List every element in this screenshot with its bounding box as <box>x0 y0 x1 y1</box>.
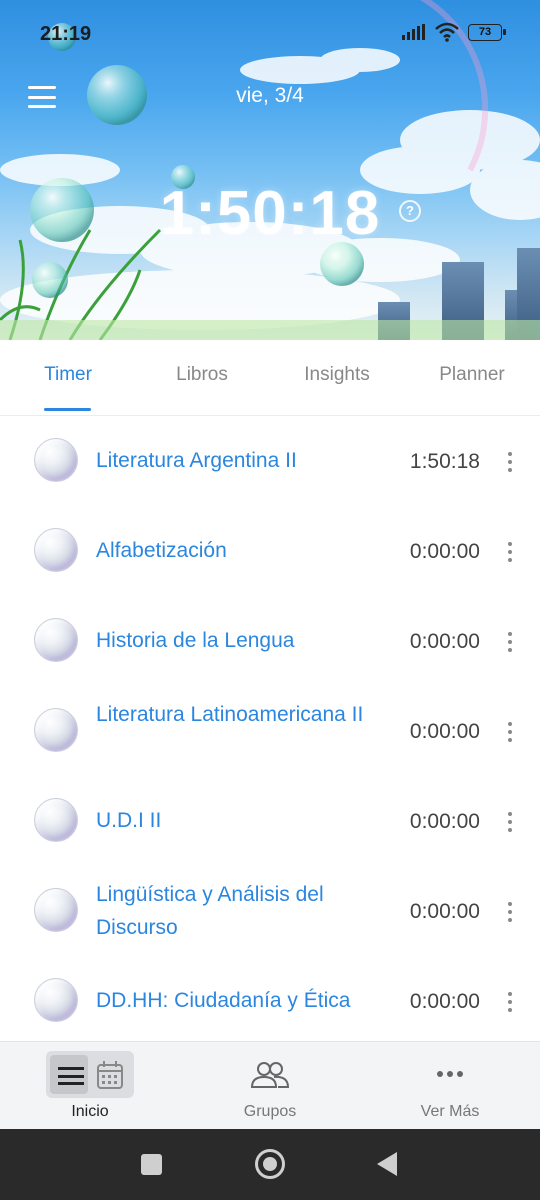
recent-apps-icon[interactable] <box>141 1154 162 1175</box>
subject-name: Literatura Latinoamericana II <box>96 703 364 726</box>
nav-label: Ver Más <box>420 1103 480 1120</box>
tab-bar: Timer Libros Insights Planner <box>0 340 540 416</box>
subject-name: U.D.I II <box>96 809 162 832</box>
subject-name: Literatura Argentina II <box>96 449 297 472</box>
more-options-icon[interactable] <box>507 632 513 652</box>
subject-time: 0:00:00 <box>409 990 480 1013</box>
bottom-navigation: Inicio Grupos Ver Más <box>0 1041 540 1129</box>
tab-timer[interactable]: Timer <box>8 364 128 386</box>
more-options-icon[interactable] <box>507 452 513 472</box>
status-time: 21:19 <box>40 23 92 45</box>
subject-bubble-icon <box>34 978 78 1022</box>
more-options-icon[interactable] <box>507 812 513 832</box>
subject-row[interactable]: U.D.I II 0:00:00 <box>0 776 540 866</box>
people-icon <box>250 1062 290 1088</box>
nav-ver-mas[interactable]: Ver Más <box>360 1042 540 1130</box>
subject-time: 0:00:00 <box>409 900 480 923</box>
subject-row[interactable]: Literatura Argentina II 1:50:18 <box>0 416 540 506</box>
more-options-icon[interactable] <box>507 992 513 1012</box>
nav-label: Grupos <box>243 1103 297 1120</box>
subject-name: Historia de la Lengua <box>96 629 295 652</box>
wifi-icon <box>435 22 459 42</box>
tab-libros[interactable]: Libros <box>142 364 262 386</box>
subject-row[interactable]: Alfabetización 0:00:00 <box>0 506 540 596</box>
question-circle-icon[interactable]: ? <box>399 200 421 222</box>
subject-time: 0:00:00 <box>409 810 480 833</box>
header-hero: 21:19 73 vie, 3/4 1:50:18 ? <box>0 0 540 340</box>
subject-time: 0:00:00 <box>409 540 480 563</box>
active-tab-indicator <box>44 408 91 411</box>
subject-bubble-icon <box>34 528 78 572</box>
total-timer: 1:50:18 <box>159 179 381 248</box>
subject-time: 0:00:00 <box>409 630 480 653</box>
nav-label: Inicio <box>71 1103 109 1120</box>
subject-row[interactable]: Literatura Latinoamericana II 0:00:00 <box>0 686 540 776</box>
subject-name: DD.HH: Ciudadanía y Ética <box>96 989 351 1012</box>
calendar-icon <box>97 1061 123 1089</box>
nav-grupos[interactable]: Grupos <box>180 1042 360 1130</box>
more-horizontal-icon <box>437 1071 463 1077</box>
subject-row[interactable]: DD.HH: Ciudadanía y Ética 0:00:00 <box>0 956 540 1046</box>
subject-row[interactable]: Lingüística y Análisis del Discurso 0:00… <box>0 866 540 956</box>
signal-icon <box>402 24 425 40</box>
tab-planner[interactable]: Planner <box>412 364 532 386</box>
subject-bubble-icon <box>34 888 78 932</box>
status-icons: 73 <box>402 22 506 42</box>
more-options-icon[interactable] <box>507 902 513 922</box>
subject-name: Lingüística y Análisis del Discurso <box>96 883 324 939</box>
subject-name: Alfabetización <box>96 539 227 562</box>
list-calendar-icon <box>46 1051 134 1098</box>
subject-row[interactable]: Historia de la Lengua 0:00:00 <box>0 596 540 686</box>
status-bar: 21:19 73 <box>0 0 540 64</box>
system-navigation-bar <box>0 1129 540 1200</box>
nav-inicio[interactable]: Inicio <box>0 1042 180 1130</box>
subject-bubble-icon <box>34 798 78 842</box>
subject-time: 1:50:18 <box>409 450 480 473</box>
subject-bubble-icon <box>34 618 78 662</box>
more-options-icon[interactable] <box>507 542 513 562</box>
back-icon[interactable] <box>377 1152 397 1176</box>
subject-bubble-icon <box>34 708 78 752</box>
battery-icon: 73 <box>468 23 506 41</box>
home-icon[interactable] <box>255 1149 285 1179</box>
more-options-icon[interactable] <box>507 722 513 742</box>
date-label: vie, 3/4 <box>236 84 304 107</box>
tab-insights[interactable]: Insights <box>277 364 397 386</box>
subject-bubble-icon <box>34 438 78 482</box>
subject-time: 0:00:00 <box>409 720 480 743</box>
